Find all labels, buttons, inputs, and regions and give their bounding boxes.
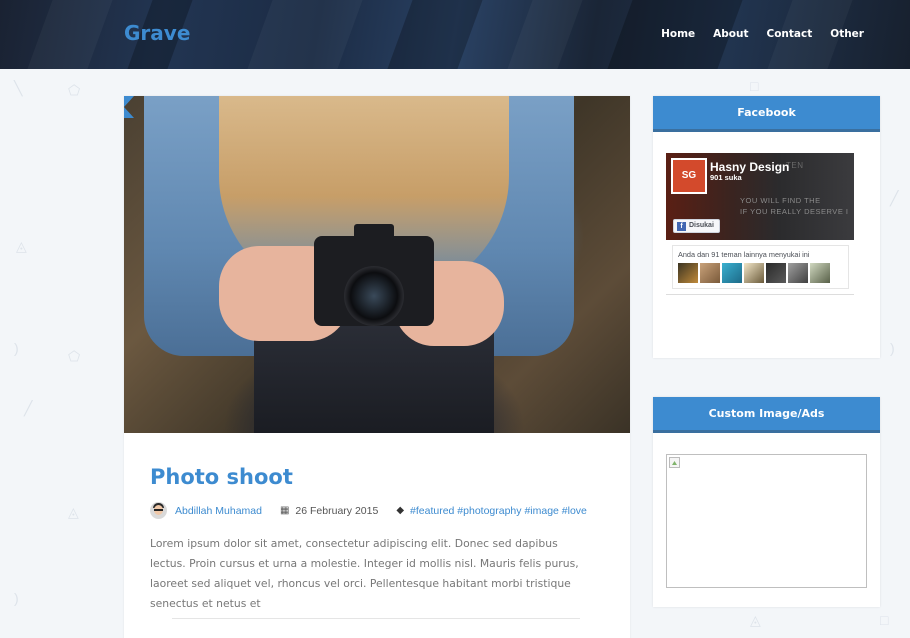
image-camera xyxy=(314,224,434,326)
site-header: Grave Home About Contact Other xyxy=(0,0,910,69)
nav-contact[interactable]: Contact xyxy=(767,28,813,40)
arc-decoration-icon: ) xyxy=(14,590,19,606)
nav-other[interactable]: Other xyxy=(830,28,864,40)
triangle-decoration-icon: ◬ xyxy=(16,238,27,254)
post-excerpt: Lorem ipsum dolor sit amet, consectetur … xyxy=(150,537,579,610)
header-pattern xyxy=(507,0,583,69)
arc-decoration-icon: ) xyxy=(14,340,19,356)
facebook-like-count: 901 suka xyxy=(710,173,742,182)
post-tags[interactable]: #featured #photography #image #love xyxy=(410,505,587,517)
line-decoration-icon: ╱ xyxy=(890,190,899,206)
post-title[interactable]: Photo shoot xyxy=(150,465,293,489)
pentagon-decoration-icon: ⬠ xyxy=(68,82,81,98)
line-decoration-icon: ╱ xyxy=(24,400,33,416)
header-pattern xyxy=(27,0,113,69)
facebook-icon: f xyxy=(677,221,686,231)
friend-avatar[interactable] xyxy=(788,263,808,283)
header-pattern xyxy=(247,0,363,69)
square-decoration-icon: □ xyxy=(750,78,759,94)
arc-decoration-icon: ) xyxy=(890,340,895,356)
friend-avatar[interactable] xyxy=(700,263,720,283)
post-featured-image[interactable] xyxy=(124,96,630,433)
avatar-glasses xyxy=(154,509,163,511)
triangle-decoration-icon: ◬ xyxy=(750,612,761,628)
ads-widget: Custom Image/Ads xyxy=(653,397,880,607)
cover-text-line: IF YOU REALLY DESERVE I xyxy=(740,207,849,216)
facebook-widget: Facebook TEN YOU WILL FIND THE IF YOU RE… xyxy=(653,96,880,358)
friend-avatar[interactable] xyxy=(678,263,698,283)
friend-avatar[interactable] xyxy=(766,263,786,283)
tag-icon: ◆ xyxy=(396,505,405,516)
friend-avatar[interactable] xyxy=(722,263,742,283)
line-decoration-icon: ╲ xyxy=(14,80,23,96)
page-logo-icon[interactable]: SG xyxy=(671,158,707,194)
friend-avatar[interactable] xyxy=(810,263,830,283)
friends-text: Anda dan 91 teman lainnya menyukai ini xyxy=(678,250,810,259)
header-pattern xyxy=(387,0,483,69)
ad-image[interactable] xyxy=(666,454,867,588)
widget-title-facebook: Facebook xyxy=(653,96,880,132)
nav-home[interactable]: Home xyxy=(661,28,695,40)
friend-avatar[interactable] xyxy=(744,263,764,283)
pentagon-decoration-icon: ⬠ xyxy=(68,348,81,364)
post-divider xyxy=(172,618,580,619)
friend-avatars xyxy=(678,263,830,283)
site-brand[interactable]: Grave xyxy=(124,21,190,45)
bookmark-icon xyxy=(124,96,134,118)
facebook-like-button[interactable]: f Disukai xyxy=(673,219,720,233)
like-button-label: Disukai xyxy=(689,222,714,229)
post-date: 26 February 2015 xyxy=(295,504,379,517)
calendar-icon: ▦ xyxy=(279,505,290,516)
cover-text-line: YOU WILL FIND THE xyxy=(740,196,821,205)
post-card: Photo shoot Abdillah Muhamad ▦ 26 Februa… xyxy=(124,96,630,638)
facebook-page-plugin[interactable]: TEN YOU WILL FIND THE IF YOU REALLY DESE… xyxy=(666,153,854,295)
widget-title-ads: Custom Image/Ads xyxy=(653,397,880,433)
post-author[interactable]: Abdillah Muhamad xyxy=(175,505,262,517)
broken-image-icon xyxy=(669,457,680,468)
post-meta: Abdillah Muhamad ▦ 26 February 2015 ◆ #f… xyxy=(150,502,587,519)
nav-about[interactable]: About xyxy=(713,28,748,40)
facebook-cover[interactable]: TEN YOU WILL FIND THE IF YOU REALLY DESE… xyxy=(666,153,854,240)
main-nav: Home About Contact Other xyxy=(643,28,864,40)
square-decoration-icon: □ xyxy=(880,612,889,628)
camera-lens xyxy=(344,266,404,326)
cover-text: YOU WILL FIND THE IF YOU REALLY DESERVE … xyxy=(740,195,848,217)
facebook-friends: Anda dan 91 teman lainnya menyukai ini xyxy=(672,245,849,289)
author-avatar xyxy=(150,502,167,519)
triangle-decoration-icon: ◬ xyxy=(68,504,79,520)
camera-top xyxy=(354,224,394,240)
facebook-page-name[interactable]: Hasny Design xyxy=(710,160,789,174)
